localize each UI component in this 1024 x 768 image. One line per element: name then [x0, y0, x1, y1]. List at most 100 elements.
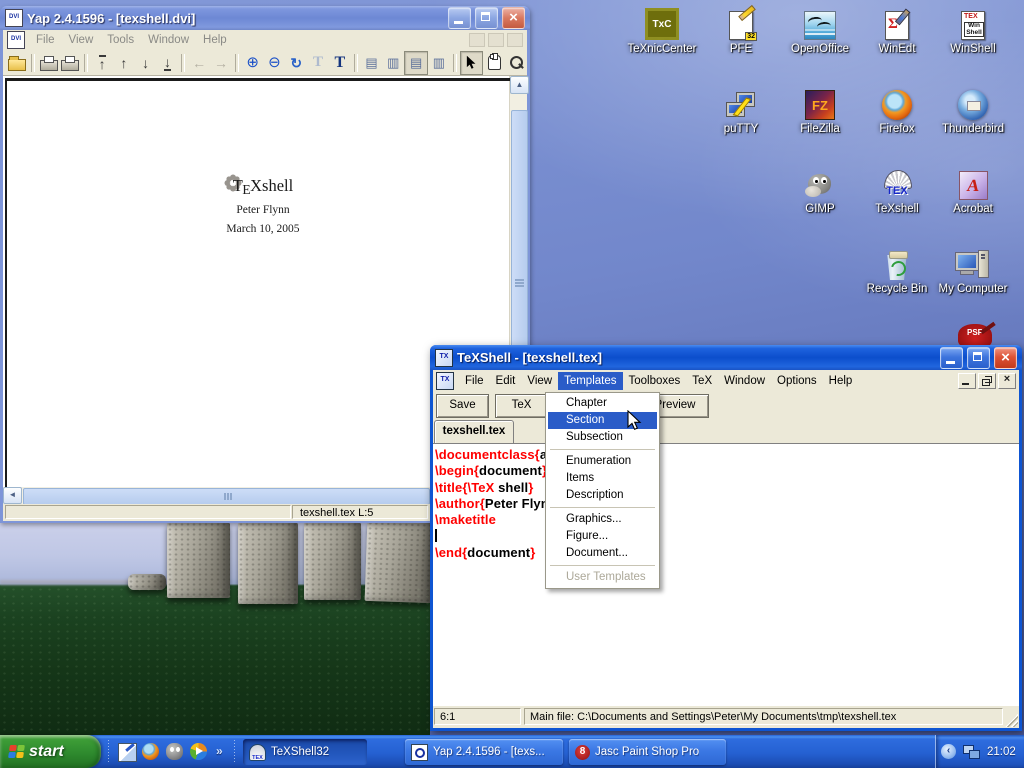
- yap-title-bar[interactable]: DVI Yap 2.4.1596 - [texshell.dvi] ×: [0, 6, 530, 30]
- magnifier-tool-button[interactable]: [505, 52, 527, 74]
- tex-button[interactable]: TeX: [495, 394, 548, 418]
- continuous-single-button[interactable]: ▤: [404, 51, 428, 75]
- texshell-menu-tex[interactable]: TeX: [686, 372, 718, 390]
- texshell-menu-toolboxes[interactable]: Toolboxes: [623, 372, 687, 390]
- yap-close-button[interactable]: ×: [502, 7, 525, 29]
- task-button-yap[interactable]: Yap 2.4.1596 - [texs...: [405, 739, 563, 765]
- cursor-position-status: 6:1: [434, 708, 521, 725]
- yap-menu-window[interactable]: Window: [141, 32, 196, 48]
- last-page-button[interactable]: ↓: [157, 52, 179, 74]
- text-render-button[interactable]: T: [329, 52, 351, 74]
- task-button-texshell32[interactable]: TeXShell32: [243, 739, 367, 765]
- desktop-icon-gimp[interactable]: GIMP: [781, 166, 859, 216]
- desktop-icon-texniccenter[interactable]: TxC TeXnicCenter: [623, 6, 701, 56]
- templates-dropdown-menu: ChapterSectionSubsectionEnumerationItems…: [545, 392, 660, 589]
- quick-launch-media-player-icon[interactable]: [190, 743, 207, 760]
- texshell-minimize-button[interactable]: [940, 347, 963, 369]
- desktop-icon-putty[interactable]: puTTY: [702, 86, 780, 136]
- task-button-paint-shop-pro[interactable]: Jasc Paint Shop Pro: [569, 739, 726, 765]
- texshell-close-button[interactable]: ×: [994, 347, 1017, 369]
- stone: [365, 522, 430, 603]
- menu-item-subsection[interactable]: Subsection: [548, 429, 657, 446]
- network-status-icon[interactable]: [963, 745, 979, 759]
- menu-item-enumeration[interactable]: Enumeration: [548, 453, 657, 470]
- yap-document-icon: DVI: [7, 31, 25, 49]
- horizontal-scroll-thumb[interactable]: [23, 488, 430, 505]
- tray-collapse-arrow-icon[interactable]: ‹: [941, 744, 956, 759]
- menu-item-graphics[interactable]: Graphics...: [548, 511, 657, 528]
- print-button[interactable]: [38, 52, 60, 74]
- texshell-title-bar[interactable]: TX TeXShell - [texshell.tex] ×: [430, 345, 1022, 370]
- back-button[interactable]: ←: [188, 52, 210, 74]
- desktop-icon-thunderbird[interactable]: Thunderbird: [934, 86, 1012, 136]
- scroll-up-button[interactable]: ▲: [510, 76, 529, 94]
- toolbar-separator: [235, 54, 239, 72]
- firefox-icon: [882, 90, 912, 120]
- desktop-icon-my-computer[interactable]: My Computer: [934, 246, 1012, 296]
- texshell-menu-file[interactable]: File: [459, 372, 490, 390]
- hand-tool-button[interactable]: [483, 52, 505, 74]
- zoom-in-button[interactable]: ⊕: [242, 52, 264, 74]
- texshell-editor[interactable]: \documentclass{article}\begin{document}\…: [433, 443, 1019, 706]
- yap-minimize-button[interactable]: [448, 7, 471, 29]
- quick-launch-firefox-icon[interactable]: [142, 743, 159, 760]
- print-setup-button[interactable]: [59, 52, 81, 74]
- quick-launch-overflow-chevron[interactable]: »: [216, 744, 223, 758]
- texshell-menu-window[interactable]: Window: [718, 372, 771, 390]
- texshell-menu-help[interactable]: Help: [823, 372, 859, 390]
- resize-grip[interactable]: [1005, 714, 1018, 727]
- yap-menu-file[interactable]: File: [29, 32, 62, 48]
- previous-page-button[interactable]: ↑: [113, 52, 135, 74]
- refresh-button[interactable]: ↻: [285, 52, 307, 74]
- start-button[interactable]: start: [0, 735, 101, 768]
- desktop: TxC TeXnicCenter 32 PFE OpenOffice Σ Win…: [0, 0, 1024, 768]
- toolbar-separator: [181, 54, 185, 72]
- yap-menu-help[interactable]: Help: [196, 32, 234, 48]
- scroll-left-button[interactable]: ◄: [3, 487, 22, 504]
- mdi-restore-button[interactable]: [978, 373, 996, 389]
- mdi-minimize-button[interactable]: [958, 373, 976, 389]
- desktop-icon-winshell[interactable]: TEXWin Shell WinShell: [934, 6, 1012, 56]
- yap-menu-tools[interactable]: Tools: [100, 32, 141, 48]
- mdi-close-button[interactable]: ×: [998, 373, 1016, 389]
- first-page-button[interactable]: ↑: [91, 52, 113, 74]
- menu-item-document[interactable]: Document...: [548, 545, 657, 562]
- texshell-menu-options[interactable]: Options: [771, 372, 823, 390]
- zoom-out-button[interactable]: ⊖: [264, 52, 286, 74]
- text-outline-button[interactable]: T: [307, 52, 329, 74]
- desktop-icon-pfe[interactable]: 32 PFE: [702, 6, 780, 56]
- texshell-menu-view[interactable]: View: [521, 372, 558, 390]
- desktop-icon-filezilla[interactable]: FZ FileZilla: [781, 86, 859, 136]
- show-desktop-icon[interactable]: [118, 743, 137, 762]
- texshell-menu-edit[interactable]: Edit: [490, 372, 522, 390]
- texshell-maximize-button[interactable]: [967, 347, 990, 369]
- double-page-button[interactable]: ▥: [382, 52, 404, 74]
- select-tool-button[interactable]: [460, 51, 484, 75]
- texshell-window-title: TeXShell - [texshell.tex]: [457, 350, 936, 365]
- single-page-button[interactable]: ▤: [361, 52, 383, 74]
- texshell-menu-templates[interactable]: Templates: [558, 372, 622, 390]
- desktop-icon-winedt[interactable]: Σ WinEdt: [858, 6, 936, 56]
- desktop-icon-acrobat[interactable]: A Acrobat: [934, 166, 1012, 216]
- desktop-icon-texshell[interactable]: TEX TeXshell: [858, 166, 936, 216]
- desktop-icon-recycle-bin[interactable]: Recycle Bin: [858, 246, 936, 296]
- forward-button[interactable]: →: [210, 52, 232, 74]
- desktop-icon-firefox[interactable]: Firefox: [858, 86, 936, 136]
- yap-maximize-button[interactable]: [475, 7, 498, 29]
- quick-launch-gimp-icon[interactable]: [166, 743, 183, 760]
- yap-menu-view[interactable]: View: [62, 32, 101, 48]
- desktop-icon-openoffice[interactable]: OpenOffice: [781, 6, 859, 56]
- next-page-button[interactable]: ↓: [135, 52, 157, 74]
- open-button[interactable]: [6, 52, 28, 74]
- dvi-date: March 10, 2005: [163, 223, 363, 235]
- continuous-double-button[interactable]: ▥: [428, 52, 450, 74]
- mouse-cursor: [627, 410, 642, 431]
- save-button[interactable]: Save: [436, 394, 489, 418]
- yap-mdi-controls[interactable]: [469, 33, 527, 47]
- tab-texshell-tex[interactable]: texshell.tex: [434, 420, 514, 444]
- taskbar-clock[interactable]: 21:02: [987, 746, 1016, 758]
- toolbar-separator: [31, 54, 35, 72]
- menu-item-figure[interactable]: Figure...: [548, 528, 657, 545]
- menu-item-description[interactable]: Description: [548, 487, 657, 504]
- menu-item-items[interactable]: Items: [548, 470, 657, 487]
